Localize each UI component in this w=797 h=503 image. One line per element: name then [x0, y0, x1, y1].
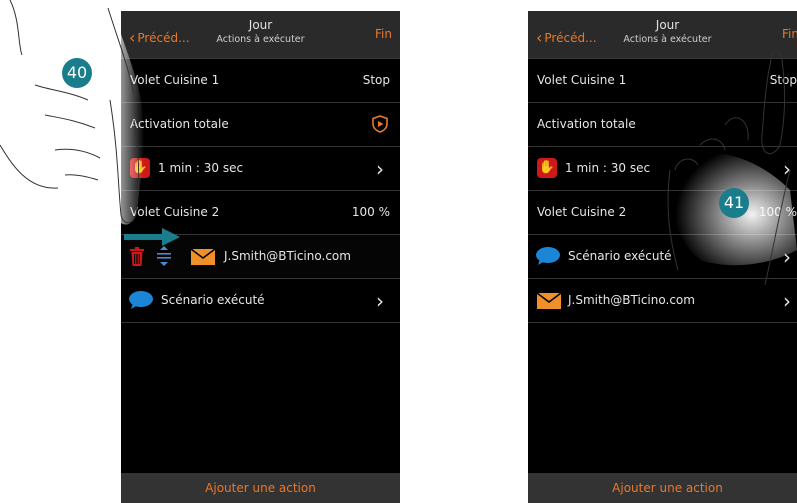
row-label: Volet Cuisine 1 — [130, 73, 220, 87]
hand-icon: ✋ — [537, 158, 557, 178]
shield-play-icon — [372, 115, 388, 133]
mail-icon — [191, 249, 215, 265]
bubble-icon — [129, 291, 153, 309]
row-label: Volet Cuisine 2 — [130, 205, 220, 219]
chevron-right-icon: › — [376, 289, 384, 313]
row-value: Stop — [362, 73, 390, 87]
row-label: J.Smith@BTicino.com — [224, 249, 351, 263]
action-row-scenario[interactable]: Scénario exécuté › — [121, 279, 400, 323]
page-subtitle: Actions à exécuter — [216, 34, 305, 45]
action-row-volet-2[interactable]: Volet Cuisine 2 100 % — [528, 191, 797, 235]
swipe-right-arrow-icon — [124, 228, 180, 246]
reorder-handle-icon[interactable] — [157, 246, 171, 266]
chevron-right-icon: › — [783, 245, 791, 269]
done-button[interactable]: Fin — [375, 27, 392, 41]
row-value: 100 % — [758, 205, 797, 219]
row-label: Scénario exécuté — [161, 293, 265, 307]
row-label: Volet Cuisine 1 — [537, 73, 627, 87]
row-value: Stop — [769, 73, 797, 87]
page-title: Jour — [655, 18, 680, 32]
action-row-volet-1[interactable]: Volet Cuisine 1 Stop — [121, 59, 400, 103]
chevron-right-icon: › — [783, 289, 791, 313]
add-action-button[interactable]: Ajouter une action — [121, 473, 400, 503]
mail-icon — [537, 293, 561, 309]
row-label: Activation totale — [130, 117, 229, 131]
action-row-activation[interactable]: Activation totale — [528, 103, 797, 147]
done-button[interactable]: Fin — [782, 27, 797, 41]
row-label: Activation totale — [537, 117, 636, 131]
action-row-timer[interactable]: ✋ 1 min : 30 sec › — [121, 147, 400, 191]
phone-screen-right: ‹ Précéd... Jour Actions à exécuter Fin V… — [528, 11, 797, 503]
action-row-email[interactable]: J.Smith@BTicino.com › — [528, 279, 797, 323]
phone-screen-left: ‹ Précéd... Jour Actions à exécuter Fin V… — [121, 11, 400, 503]
add-action-button[interactable]: Ajouter une action — [528, 473, 797, 503]
step-badge: 40 — [62, 58, 92, 88]
row-label: 1 min : 30 sec — [565, 161, 651, 175]
chevron-right-icon: › — [376, 157, 384, 181]
header-bar: ‹ Précéd... Jour Actions à exécuter Fin — [528, 11, 797, 59]
chevron-right-icon: › — [783, 157, 791, 181]
row-label: 1 min : 30 sec — [158, 161, 244, 175]
trash-icon[interactable] — [130, 247, 144, 266]
action-row-activation[interactable]: Activation totale — [121, 103, 400, 147]
page-subtitle: Actions à exécuter — [623, 34, 712, 45]
action-row-volet-1[interactable]: Volet Cuisine 1 Stop — [528, 59, 797, 103]
bubble-icon — [536, 247, 560, 265]
step-badge: 41 — [719, 188, 749, 218]
row-label: J.Smith@BTicino.com — [568, 293, 695, 307]
row-label: Volet Cuisine 2 — [537, 205, 627, 219]
page-title: Jour — [248, 18, 273, 32]
header-bar: ‹ Précéd... Jour Actions à exécuter Fin — [121, 11, 400, 59]
row-label: Scénario exécuté — [568, 249, 672, 263]
action-row-scenario[interactable]: Scénario exécuté › — [528, 235, 797, 279]
row-value: 100 % — [351, 205, 390, 219]
action-row-timer[interactable]: ✋ 1 min : 30 sec › — [528, 147, 797, 191]
hand-icon: ✋ — [130, 158, 150, 178]
